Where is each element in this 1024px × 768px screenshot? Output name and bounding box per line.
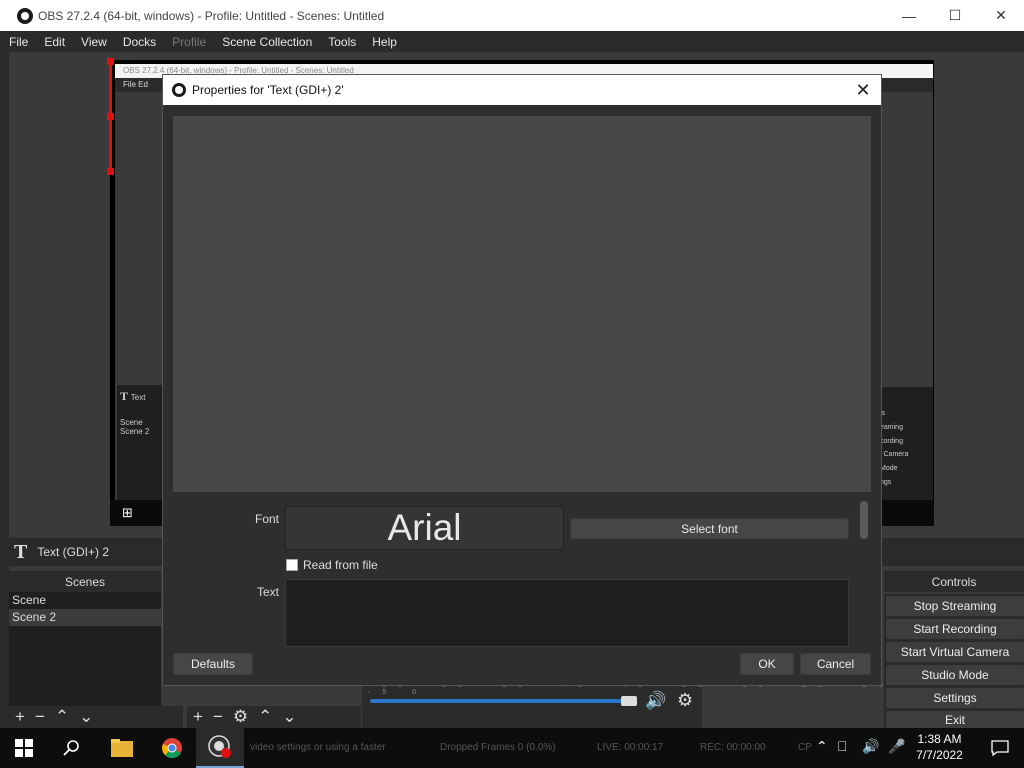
- add-source-icon[interactable]: +: [193, 708, 203, 726]
- clock-date: 7/7/2022: [916, 748, 963, 762]
- nested-control-item: l Camera: [880, 451, 909, 459]
- live-time-status: LIVE: 00:00:17: [597, 742, 664, 753]
- volume-slider-handle[interactable]: [621, 696, 637, 706]
- select-font-button[interactable]: Select font: [570, 518, 849, 539]
- stop-streaming-button[interactable]: Stop Streaming: [886, 596, 1024, 616]
- nested-scenes-panel: T Text Scene Scene 2: [117, 385, 164, 500]
- font-label: Font: [254, 512, 279, 526]
- move-up-icon[interactable]: ⌃: [55, 708, 69, 726]
- nested-control-item: ls: [880, 410, 886, 417]
- menu-help[interactable]: Help: [372, 35, 397, 49]
- search-icon[interactable]: [48, 728, 96, 768]
- notifications-icon[interactable]: [976, 728, 1024, 768]
- nested-controls-panel: ls eaming cording l Camera Mode ngs t: [878, 387, 933, 500]
- text-input[interactable]: [285, 579, 849, 647]
- start-recording-button[interactable]: Start Recording: [886, 619, 1024, 639]
- minimize-button[interactable]: —: [886, 0, 932, 31]
- start-virtual-camera-button[interactable]: Start Virtual Camera: [886, 642, 1024, 662]
- menu-file[interactable]: File: [9, 35, 28, 49]
- main-window-titlebar: OBS 27.2.4 (64-bit, windows) - Profile: …: [0, 0, 1024, 31]
- scenes-list: Scene Scene 2: [9, 592, 161, 706]
- status-message: video settings or using a faster: [250, 742, 386, 753]
- source-preview: [173, 116, 871, 492]
- obs-app-icon: [172, 83, 186, 97]
- menu-edit[interactable]: Edit: [44, 35, 65, 49]
- obs-app-icon: [17, 7, 33, 24]
- gear-icon[interactable]: ⚙: [233, 708, 248, 726]
- settings-button[interactable]: Settings: [886, 688, 1024, 708]
- volume-icon[interactable]: 🔊: [862, 738, 879, 755]
- menu-tools[interactable]: Tools: [328, 35, 356, 49]
- chrome-icon[interactable]: [148, 728, 196, 768]
- dialog-close-icon[interactable]: ✕: [851, 78, 875, 102]
- obs-taskbar-icon[interactable]: [196, 728, 244, 768]
- move-down-icon[interactable]: ⌄: [79, 708, 93, 726]
- clock-time: 1:38 AM: [917, 732, 962, 746]
- ok-button[interactable]: OK: [740, 653, 794, 675]
- file-explorer-icon[interactable]: [98, 728, 146, 768]
- dialog-scrollbar[interactable]: [860, 501, 868, 539]
- font-preview: Arial: [285, 506, 564, 550]
- dialog-title: Properties for 'Text (GDI+) 2': [192, 83, 344, 97]
- rec-time-status: REC: 00:00:00: [700, 742, 766, 753]
- resize-handle-middle[interactable]: [107, 113, 114, 120]
- move-up-icon[interactable]: ⌃: [258, 708, 272, 726]
- nested-control-item: Mode: [880, 465, 898, 473]
- nested-control-item: cording: [880, 437, 903, 445]
- exit-button[interactable]: Exit: [886, 711, 1024, 728]
- system-clock[interactable]: 1:38 AM 7/7/2022: [912, 731, 967, 763]
- menu-profile[interactable]: Profile: [172, 35, 206, 49]
- volume-slider[interactable]: [370, 699, 632, 703]
- read-from-file-row[interactable]: Read from file: [286, 558, 378, 572]
- nested-scene-item: Scene: [120, 418, 143, 427]
- controls-dock-header: Controls: [884, 571, 1024, 592]
- nested-source-label: Text: [130, 393, 146, 402]
- properties-dialog: Properties for 'Text (GDI+) 2' ✕ Font Ar…: [162, 74, 882, 686]
- nested-windows-icon: ⊞: [122, 505, 133, 520]
- cpu-status: CP: [798, 742, 812, 753]
- menu-docks[interactable]: Docks: [123, 35, 156, 49]
- maximize-button[interactable]: ☐: [932, 0, 978, 31]
- menu-bar: File Edit View Docks Profile Scene Colle…: [0, 31, 1024, 52]
- dropped-frames-status: Dropped Frames 0 (0.0%): [440, 742, 556, 753]
- nested-scene-item: Scene 2: [120, 427, 150, 436]
- sources-toolbar: + − ⚙ ⌃ ⌄: [187, 706, 361, 728]
- add-scene-icon[interactable]: +: [15, 708, 25, 726]
- move-down-icon[interactable]: ⌄: [282, 708, 296, 726]
- window-title: OBS 27.2.4 (64-bit, windows) - Profile: …: [38, 8, 385, 23]
- remove-source-icon[interactable]: −: [213, 708, 223, 726]
- menu-view[interactable]: View: [81, 35, 107, 49]
- scenes-dock-header: Scenes: [9, 571, 161, 592]
- defaults-button[interactable]: Defaults: [173, 653, 253, 675]
- mixer-gear-icon[interactable]: ⚙: [677, 690, 693, 711]
- remove-scene-icon[interactable]: −: [35, 708, 45, 726]
- text-label: Text: [256, 585, 279, 599]
- read-from-file-label: Read from file: [303, 558, 378, 572]
- left-edge: [0, 52, 9, 728]
- scene-item[interactable]: Scene 2: [9, 609, 161, 626]
- nested-control-item: eaming: [880, 423, 903, 431]
- close-button[interactable]: ✕: [978, 0, 1024, 31]
- menu-scene-collection[interactable]: Scene Collection: [222, 35, 312, 49]
- speaker-icon[interactable]: 🔊: [645, 691, 666, 711]
- resize-handle-bottom[interactable]: [107, 168, 114, 175]
- chevron-up-icon[interactable]: ⌃: [816, 738, 828, 755]
- resize-handle-top[interactable]: [107, 58, 114, 65]
- cancel-button[interactable]: Cancel: [800, 653, 871, 675]
- text-source-icon: T: [14, 540, 28, 563]
- scene-item[interactable]: Scene: [9, 592, 161, 609]
- dialog-titlebar: Properties for 'Text (GDI+) 2' ✕: [163, 75, 881, 105]
- read-from-file-checkbox[interactable]: [286, 559, 298, 571]
- scenes-toolbar: + − ⌃ ⌄: [9, 706, 183, 728]
- windows-start-icon[interactable]: [0, 728, 48, 768]
- nested-control-item: ngs: [880, 478, 892, 486]
- network-icon[interactable]: ⎕: [838, 738, 846, 755]
- microphone-icon[interactable]: 🎤: [888, 738, 905, 755]
- controls-header-label: Controls: [931, 574, 977, 589]
- studio-mode-button[interactable]: Studio Mode: [886, 665, 1024, 685]
- selected-source-label: Text (GDI+) 2: [37, 545, 110, 559]
